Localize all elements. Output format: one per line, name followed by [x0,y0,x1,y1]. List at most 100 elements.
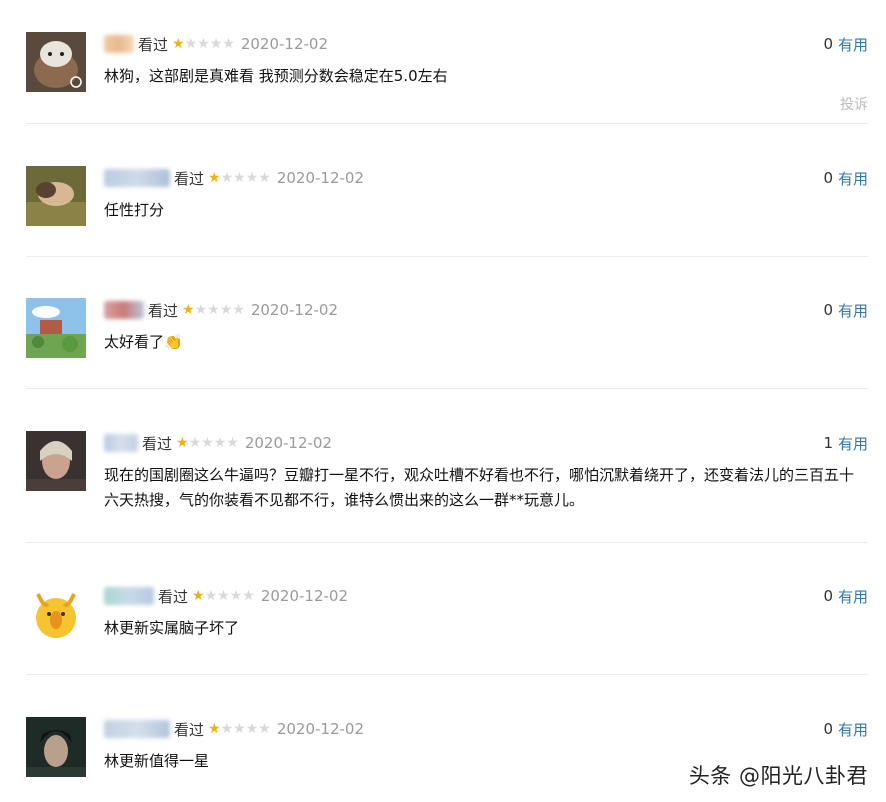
star-empty-icon: ★ [242,588,255,604]
divider [26,388,868,389]
useful-button[interactable]: 有用 [838,168,868,189]
useful-button[interactable]: 有用 [838,34,868,55]
star-empty-icon: ★ [197,36,210,52]
useful-vote[interactable]: 1 有用 [823,431,868,455]
username-blurred[interactable] [104,720,170,738]
review-item: 看过 ★ ★ ★ ★ ★ 2020-12-02 0 有用 林更新实属脑子坏了 [26,584,868,675]
star-rating: ★ ★ ★ ★ ★ [182,303,245,317]
star-rating: ★ ★ ★ ★ ★ [208,722,271,736]
review-item: 看过 ★ ★ ★ ★ ★ 2020-12-02 0 有用 太好看了👏 [26,298,868,389]
star-filled-icon: ★ [208,170,221,186]
star-empty-icon: ★ [226,435,239,451]
useful-vote[interactable]: 0 有用 [823,166,868,190]
review-date: 2020-12-02 [240,35,329,53]
star-empty-icon: ★ [245,170,259,186]
star-empty-icon: ★ [194,302,208,318]
useful-count: 0 [823,301,833,319]
star-empty-icon: ★ [220,170,234,186]
review-item: 看过 ★ ★ ★ ★ ★ 2020-12-02 0 有用 林狗，这部剧是真难看 我预测分… [26,32,868,124]
useful-vote[interactable]: 0 有用 [823,584,868,608]
review-date: 2020-12-02 [276,169,365,187]
review-meta: 看过 ★ ★ ★ ★ ★ 2020-12-02 [104,166,364,190]
username-blurred[interactable] [104,587,154,605]
report-button[interactable]: 投诉 [840,94,868,114]
star-empty-icon: ★ [233,170,246,186]
star-filled-icon: ★ [192,588,205,604]
useful-count: 1 [823,434,833,452]
useful-vote[interactable]: 0 有用 [823,717,868,741]
star-rating: ★ ★ ★ ★ ★ [176,436,239,450]
review-date: 2020-12-02 [260,587,349,605]
divider [26,542,868,543]
review-content: 林更新实属脑子坏了 [104,619,240,637]
useful-button[interactable]: 有用 [838,300,868,321]
star-rating: ★ ★ ★ ★ ★ [208,171,271,185]
star-filled-icon: ★ [172,36,185,52]
watched-label: 看过 [158,587,189,606]
star-filled-icon: ★ [208,721,221,737]
review-meta: 看过 ★ ★ ★ ★ ★ 2020-12-02 [104,298,338,322]
avatar[interactable] [26,166,86,226]
watched-label: 看过 [174,720,205,739]
avatar[interactable] [26,431,86,491]
star-empty-icon: ★ [217,588,230,604]
star-empty-icon: ★ [209,36,223,52]
star-filled-icon: ★ [176,435,189,451]
divider [26,256,868,257]
useful-count: 0 [823,169,833,187]
review-content: 任性打分 [104,201,165,219]
watched-label: 看过 [138,35,169,54]
star-empty-icon: ★ [258,721,271,737]
star-empty-icon: ★ [201,435,214,451]
star-empty-icon: ★ [245,721,259,737]
star-empty-icon: ★ [219,302,233,318]
watermark: 头条 @阳光八卦君 [688,764,868,788]
star-empty-icon: ★ [232,302,245,318]
star-empty-icon: ★ [258,170,271,186]
username-blurred[interactable] [104,169,170,187]
star-empty-icon: ★ [222,36,235,52]
useful-button[interactable]: 有用 [838,433,868,454]
review-date: 2020-12-02 [244,434,333,452]
avatar[interactable] [26,584,86,644]
avatar[interactable] [26,298,86,358]
star-empty-icon: ★ [213,435,227,451]
useful-count: 0 [823,587,833,605]
review-meta: 看过 ★ ★ ★ ★ ★ 2020-12-02 [104,32,328,56]
watched-label: 看过 [174,169,205,188]
star-empty-icon: ★ [184,36,198,52]
avatar[interactable] [26,717,86,777]
username-blurred[interactable] [104,301,144,319]
review-content: 太好看了👏 [104,333,183,351]
review-meta: 看过 ★ ★ ★ ★ ★ 2020-12-02 [104,431,332,455]
divider [26,674,868,675]
useful-vote[interactable]: 0 有用 [823,32,868,56]
star-empty-icon: ★ [207,302,220,318]
star-rating: ★ ★ ★ ★ ★ [192,589,255,603]
review-meta: 看过 ★ ★ ★ ★ ★ 2020-12-02 [104,584,348,608]
review-item: 看过 ★ ★ ★ ★ ★ 2020-12-02 0 有用 任性打分 [26,166,868,257]
useful-button[interactable]: 有用 [838,719,868,740]
username-blurred[interactable] [104,434,138,452]
review-date: 2020-12-02 [276,720,365,738]
divider [26,123,868,124]
star-filled-icon: ★ [182,302,195,318]
star-empty-icon: ★ [204,588,218,604]
review-item: 看过 ★ ★ ★ ★ ★ 2020-12-02 1 有用 现在的国剧圈这么牛逼吗？豆瓣打… [26,431,868,543]
useful-vote[interactable]: 0 有用 [823,298,868,322]
useful-button[interactable]: 有用 [838,586,868,607]
watched-label: 看过 [148,301,179,320]
star-empty-icon: ★ [229,588,243,604]
watched-label: 看过 [142,434,173,453]
star-rating: ★ ★ ★ ★ ★ [172,37,235,51]
review-content: 林狗，这部剧是真难看 我预测分数会稳定在5.0左右 [104,67,448,85]
star-empty-icon: ★ [233,721,246,737]
review-date: 2020-12-02 [250,301,339,319]
review-content: 现在的国剧圈这么牛逼吗？豆瓣打一星不行，观众吐槽不好看也不行，哪怕沉默着绕开了，… [104,466,855,509]
username-blurred[interactable] [104,35,134,53]
avatar[interactable] [26,32,86,92]
star-empty-icon: ★ [220,721,234,737]
star-empty-icon: ★ [188,435,202,451]
useful-count: 0 [823,35,833,53]
useful-count: 0 [823,720,833,738]
